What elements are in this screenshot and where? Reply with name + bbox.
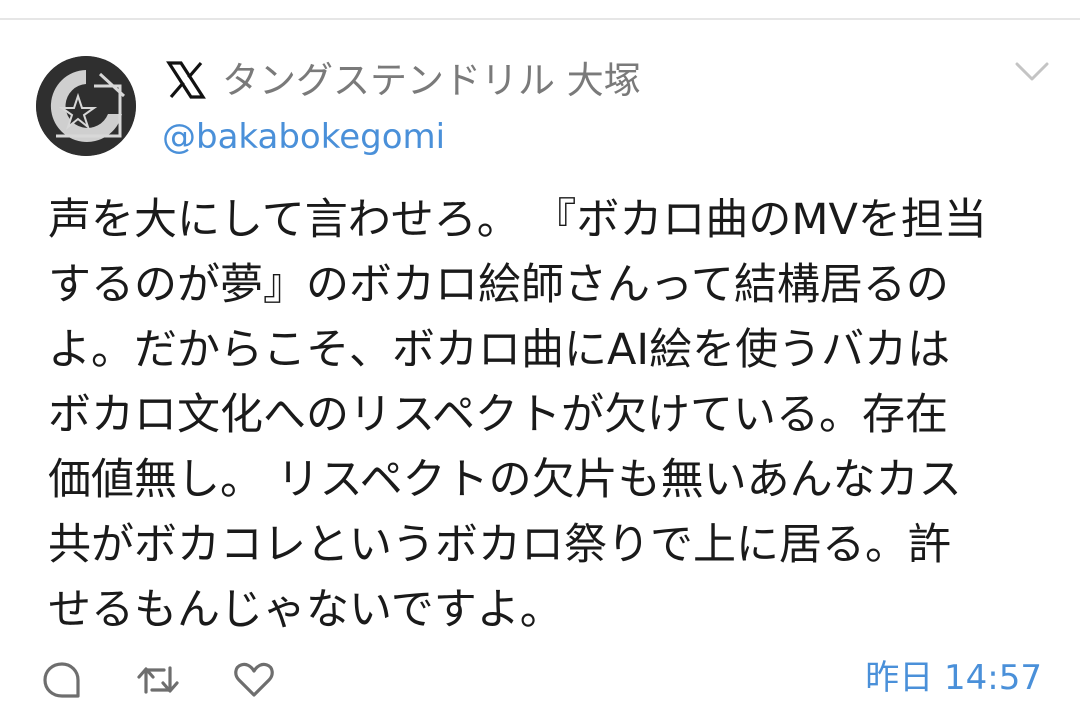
tweet-text-line: せるもんじゃないですよ。 — [48, 585, 563, 635]
tweet-text-line: ボカロ文化へのリスペクトが欠けている。存在 — [48, 390, 948, 440]
tweet-text-line: よ。だからこそ、ボカロ曲にAI絵を使うバカは — [48, 325, 951, 375]
chevron-down-icon[interactable] — [1014, 58, 1050, 86]
tweet-card[interactable]: タングステンドリル 大塚 @bakabokegomi 声を大にして言わせろ。 『… — [0, 0, 1080, 727]
timestamp[interactable]: 昨日 14:57 — [865, 655, 1042, 701]
tweet-text: 声を大にして言わせろ。 『ボカロ曲のMVを担当 するのが夢』のボカロ絵師さんって… — [48, 188, 1038, 643]
tweet-text-line: 共がボカコレというボカロ祭りで上に居る。許 — [48, 520, 951, 570]
tweet-text-line: 声を大にして言わせろ。 『ボカロ曲のMVを担当 — [48, 195, 987, 245]
user-handle[interactable]: @bakabokegomi — [162, 112, 445, 162]
heart-icon[interactable] — [232, 658, 276, 702]
x-logo-icon — [166, 60, 206, 100]
avatar-image — [36, 56, 136, 156]
reply-bubble-icon[interactable] — [40, 658, 84, 702]
display-name[interactable]: タングステンドリル 大塚 — [222, 56, 641, 106]
tweet-text-line: するのが夢』のボカロ絵師さんって結構居るの — [48, 260, 949, 310]
retweet-icon[interactable] — [136, 658, 180, 702]
tweet-text-line: 価値無し。 リスペクトの欠片も無いあんなカス — [48, 455, 962, 505]
avatar[interactable] — [36, 56, 136, 156]
